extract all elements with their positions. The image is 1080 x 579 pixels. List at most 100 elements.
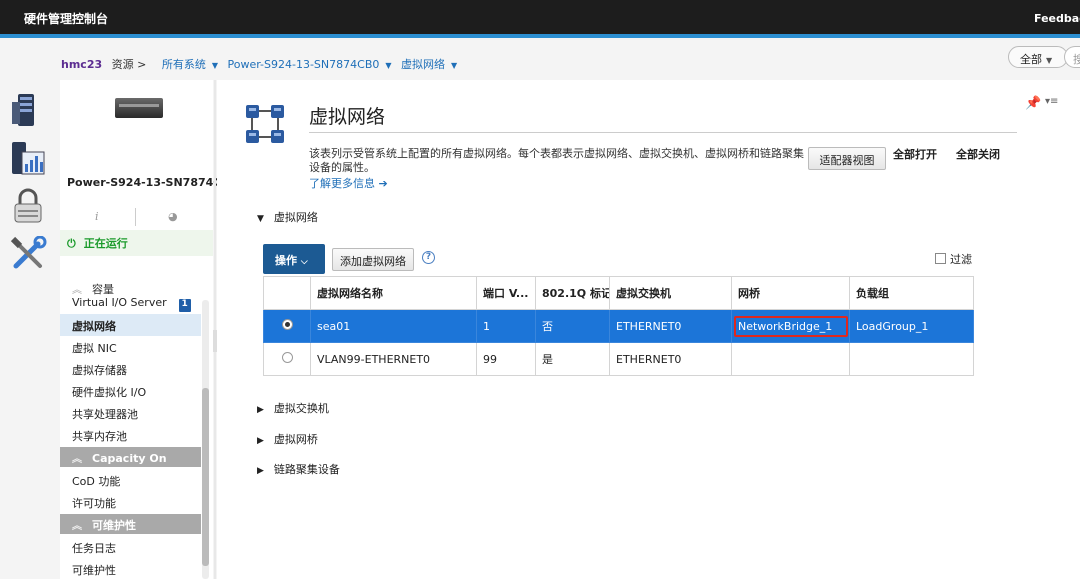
section-cod[interactable]: ︽ Capacity On Demand: [60, 447, 201, 478]
open-all-link[interactable]: 全部打开: [893, 146, 937, 162]
monitoring-chart-icon[interactable]: [10, 140, 46, 178]
column-header-bridge[interactable]: 网桥: [731, 276, 850, 310]
sidebar-item-vios[interactable]: Virtual I/O Server 1: [60, 292, 201, 314]
page-description: 该表列示受管系统上配置的所有虚拟网络。每个表都表示虚拟网络、虚拟交换机、虚拟网桥…: [309, 147, 804, 174]
chevron-down-icon: ⌵: [300, 257, 308, 267]
actions-button[interactable]: 操作 ⌵: [263, 244, 325, 274]
table-header-row: 虚拟网络名称 端口 V... 802.1Q 标记 虚拟交换机 网桥 负载组: [263, 276, 974, 310]
info-icon[interactable]: i: [95, 210, 99, 223]
title-divider: [309, 132, 1017, 133]
scope-dropdown[interactable]: 全部 ▼: [1008, 46, 1068, 68]
filter-checkbox[interactable]: [935, 253, 946, 264]
scrollbar-thumb[interactable]: [202, 388, 209, 566]
chevron-up-icon: ︽: [72, 454, 82, 465]
section-serviceability-label: 可维护性: [92, 519, 136, 532]
row-select-cell[interactable]: [263, 309, 311, 343]
lock-icon[interactable]: [10, 188, 46, 224]
app-title: 硬件管理控制台: [24, 12, 109, 26]
actions-label: 操作: [275, 254, 297, 267]
sidebar-item-label: 许可功能: [72, 497, 116, 510]
row-radio[interactable]: [282, 352, 293, 363]
filter-label: 过滤: [950, 253, 972, 266]
adapter-view-button[interactable]: 适配器视图: [808, 147, 886, 170]
virtual-network-table: 虚拟网络名称 端口 V... 802.1Q 标记 虚拟交换机 网桥 负载组 se…: [263, 276, 974, 376]
sidebar-item-label: 虚拟存储器: [72, 364, 127, 377]
column-header-name[interactable]: 虚拟网络名称: [310, 276, 477, 310]
cell-bridge: NetworkBridge_1: [731, 309, 850, 343]
breadcrumb-home[interactable]: hmc23: [61, 58, 102, 71]
column-header-8021q[interactable]: 802.1Q 标记: [535, 276, 610, 310]
breadcrumb-current[interactable]: 虚拟网络: [401, 58, 445, 71]
main-panel: 虚拟网络 📌 ▾≡ 该表列示受管系统上配置的所有虚拟网络。每个表都表示虚拟网络、…: [217, 80, 1080, 579]
breadcrumb-system[interactable]: Power-S924-13-SN7874CB0: [228, 58, 380, 71]
panel-menu-icon[interactable]: ▾≡: [1045, 96, 1058, 107]
power-icon: ⏻: [67, 237, 76, 250]
cell-tagged: 否: [535, 309, 610, 343]
scope-label: 全部: [1020, 53, 1042, 66]
cell-port-vlan: 1: [476, 309, 536, 343]
sidebar-item-label: 可维护性: [72, 564, 116, 577]
sidebar-item-label: 虚拟网络: [72, 320, 116, 333]
count-badge: 1: [178, 299, 191, 312]
add-virtual-network-button[interactable]: 添加虚拟网络: [332, 248, 414, 271]
search-input[interactable]: 搜: [1064, 46, 1080, 68]
chevron-down-icon: ▼: [1046, 56, 1053, 65]
sidebar-item-virtual-network[interactable]: 虚拟网络: [60, 314, 201, 336]
accent-line: [0, 34, 1080, 38]
tools-icon[interactable]: [10, 236, 48, 274]
chevron-down-icon[interactable]: ▼: [385, 61, 391, 70]
bridge-highlight: NetworkBridge_1: [734, 315, 849, 337]
divider: [135, 208, 136, 226]
sidebar-item-shared-proc-pool[interactable]: 共享处理器池: [60, 402, 201, 424]
sidebar-item-hw-virtual-io[interactable]: 硬件虚拟化 I/O: [60, 380, 201, 402]
column-header-vswitch[interactable]: 虚拟交换机: [609, 276, 732, 310]
server-rack-icon[interactable]: [10, 92, 44, 128]
sidebar-item-licensed-functions[interactable]: 许可功能: [60, 491, 201, 513]
feedback-link[interactable]: Feedback: [1034, 12, 1080, 25]
sidebar-item-cod-functions[interactable]: CoD 功能: [60, 469, 201, 491]
sidebar-item-shared-mem-pool[interactable]: 共享内存池: [60, 424, 201, 446]
cell-load-group: LoadGroup_1: [849, 309, 974, 343]
expanded-triangle-icon: ▼: [257, 214, 264, 224]
section-virtual-network-toggle[interactable]: ▼ 虚拟网络: [257, 209, 318, 225]
chevron-up-icon: ︽: [72, 521, 82, 532]
cell-name: VLAN99-ETHERNET0: [310, 342, 477, 376]
system-name: Power-S924-13-SN7874CB0: [67, 176, 238, 189]
section-serviceability[interactable]: ︽ 可维护性: [60, 514, 201, 534]
sidebar-item-task-log[interactable]: 任务日志: [60, 536, 201, 558]
column-header-load-group[interactable]: 负载组: [849, 276, 974, 310]
chevron-down-icon[interactable]: ▼: [212, 61, 218, 70]
pie-chart-icon[interactable]: ◕: [168, 210, 178, 223]
table-row[interactable]: VLAN99-ETHERNET0 99 是 ETHERNET0: [263, 342, 974, 376]
learn-more-link[interactable]: 了解更多信息 ➔: [309, 175, 388, 191]
chevron-down-icon[interactable]: ▼: [451, 61, 457, 70]
close-all-link[interactable]: 全部关闭: [956, 146, 1000, 162]
sidebar-item-virtual-nic[interactable]: 虚拟 NIC: [60, 336, 201, 358]
section-label: 虚拟交换机: [273, 402, 329, 415]
breadcrumb-all-systems[interactable]: 所有系统: [162, 58, 206, 71]
row-radio[interactable]: [282, 319, 293, 330]
row-select-cell[interactable]: [263, 342, 311, 376]
column-header-select: [263, 276, 311, 310]
top-bar: 硬件管理控制台 Feedback: [0, 0, 1080, 34]
page-title: 虚拟网络: [309, 106, 386, 128]
breadcrumb-resources[interactable]: 资源 >: [112, 58, 147, 71]
cell-load-group: [849, 342, 974, 376]
cell-vswitch: ETHERNET0: [609, 342, 732, 376]
sidebar-item-virtual-storage[interactable]: 虚拟存储器: [60, 358, 201, 380]
sidebar-item-label: 任务日志: [72, 542, 116, 555]
sidebar-item-serviceability[interactable]: 可维护性: [60, 558, 201, 579]
sidebar-item-label: 共享内存池: [72, 430, 127, 443]
server-image: [115, 98, 163, 118]
collapsed-triangle-icon: ▶: [257, 405, 264, 415]
table-row[interactable]: sea01 1 否 ETHERNET0 NetworkBridge_1 Load…: [263, 309, 974, 343]
help-icon[interactable]: ?: [422, 251, 435, 264]
column-header-port-vlan[interactable]: 端口 V...: [476, 276, 536, 310]
sidebar: Power-S924-13-SN7874CB0 i ◕ ⏻ 正在运行 ︽ 容量 Vi…: [60, 80, 237, 579]
section-virtual-switch-toggle[interactable]: ▶ 虚拟交换机: [257, 400, 329, 416]
pin-icon[interactable]: 📌: [1025, 96, 1041, 111]
section-link-aggregation-toggle[interactable]: ▶ 链路聚集设备: [257, 461, 340, 477]
cell-vswitch: ETHERNET0: [609, 309, 732, 343]
section-virtual-bridge-toggle[interactable]: ▶ 虚拟网桥: [257, 431, 318, 447]
status-running: ⏻ 正在运行: [60, 230, 213, 256]
